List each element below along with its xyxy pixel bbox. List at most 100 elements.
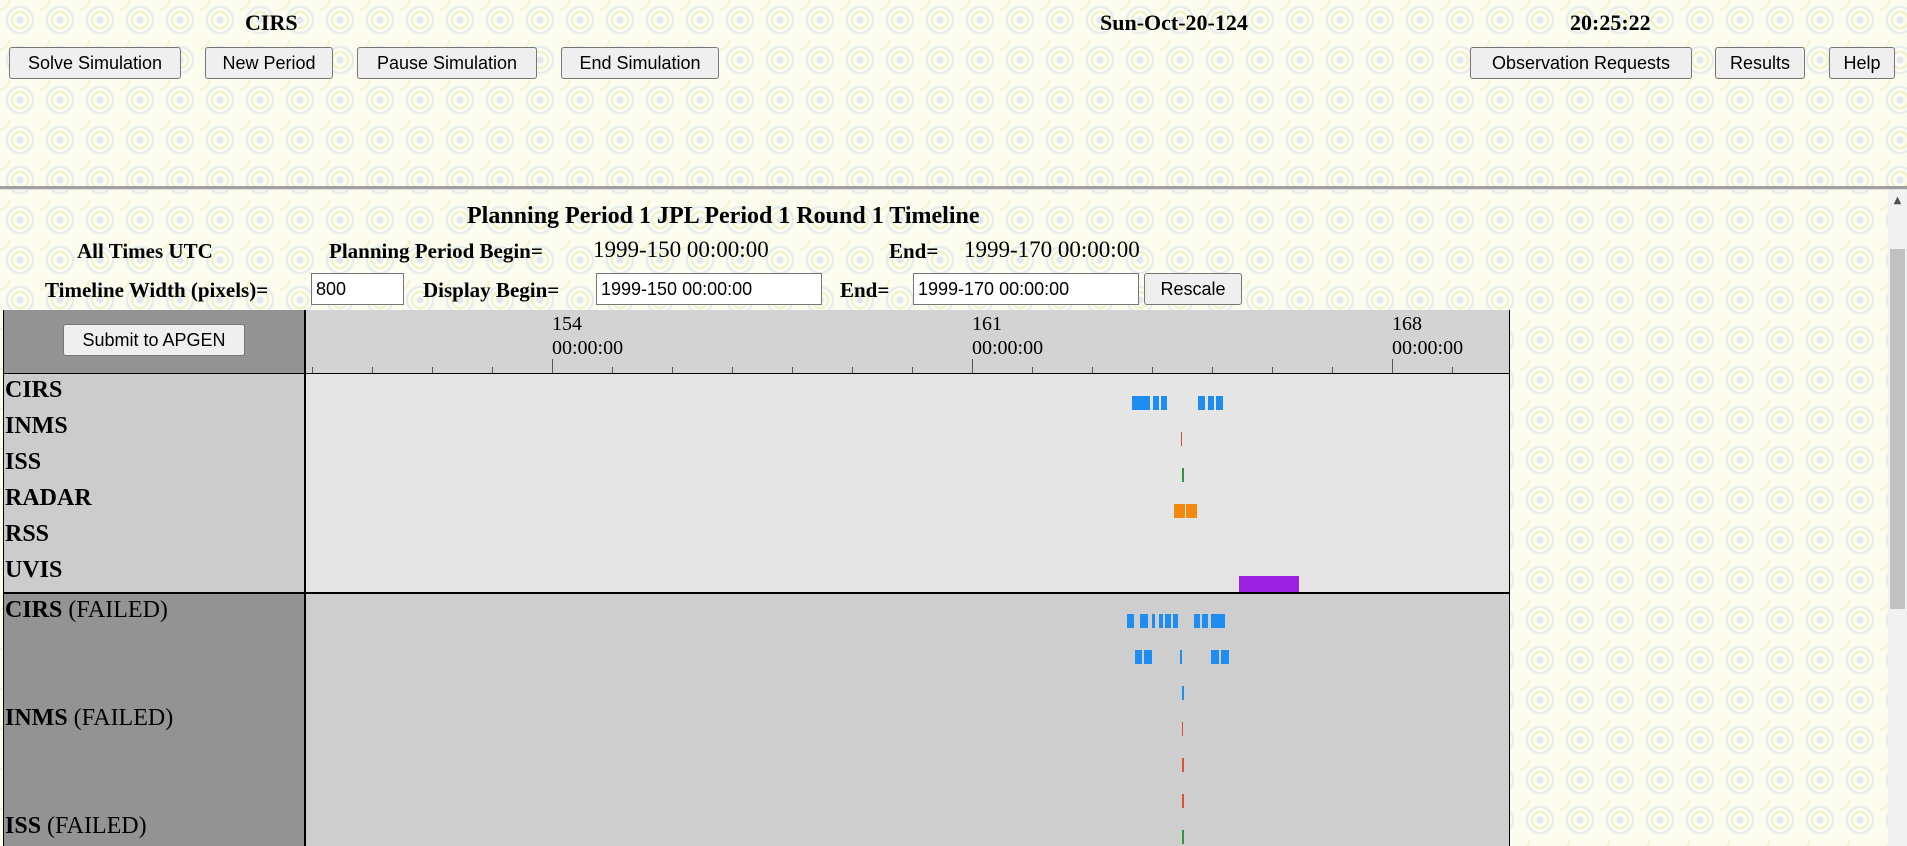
solve-simulation-button[interactable]: Solve Simulation <box>9 47 181 79</box>
cirs-failed-bar[interactable] <box>1202 614 1208 628</box>
axis-minor-tick <box>1092 367 1093 373</box>
timeline-title: Planning Period 1 JPL Period 1 Round 1 T… <box>467 203 980 229</box>
timeline-axis: 154 00:00:00 161 00:00:00 168 00:00:00 <box>306 310 1509 374</box>
axis-tick-day: 168 <box>1392 313 1422 335</box>
scheduled-labels: CIRS INMS ISS RADAR RSS UVIS <box>4 374 306 592</box>
cirs-activity-bar[interactable] <box>1198 396 1205 410</box>
display-begin-input[interactable] <box>596 273 822 305</box>
failed-labels: CIRS (FAILED) INMS (FAILED) ISS (FAILED) <box>4 594 306 846</box>
axis-minor-tick <box>1272 367 1273 373</box>
cirs-activity-bar[interactable] <box>1153 396 1159 410</box>
display-end-input[interactable] <box>913 273 1139 305</box>
timeline-width-input[interactable] <box>311 273 404 305</box>
axis-minor-tick <box>492 367 493 373</box>
cirs-activity-bar[interactable] <box>1208 396 1214 410</box>
row-label-inms: INMS <box>5 413 68 439</box>
cirs-failed-bar[interactable] <box>1152 614 1155 628</box>
radar-activity-bar[interactable] <box>1174 504 1185 518</box>
cirs-failed-bar[interactable] <box>1127 614 1134 628</box>
rescale-button[interactable]: Rescale <box>1144 273 1242 305</box>
results-button[interactable]: Results <box>1715 47 1805 79</box>
simulation-date: Sun-Oct-20-124 <box>1100 10 1248 35</box>
cirs-failed-bar[interactable] <box>1173 614 1178 628</box>
end-simulation-button[interactable]: End Simulation <box>561 47 719 79</box>
axis-major-tick <box>972 359 973 373</box>
inms-activity-bar[interactable] <box>1181 432 1182 446</box>
inms-failed-bar[interactable] <box>1182 794 1184 808</box>
inms-failed-bar[interactable] <box>1182 758 1184 772</box>
axis-minor-tick <box>792 367 793 373</box>
row-label-uvis: UVIS <box>5 557 63 583</box>
axis-minor-tick <box>672 367 673 373</box>
axis-minor-tick <box>432 367 433 373</box>
axis-minor-tick <box>912 367 913 373</box>
row-label-rss: RSS <box>5 521 50 547</box>
axis-minor-tick <box>612 367 613 373</box>
failed-plot <box>306 594 1509 846</box>
cirs-activity-bar[interactable] <box>1161 396 1167 410</box>
observation-requests-button[interactable]: Observation Requests <box>1470 47 1692 79</box>
axis-tick-day: 154 <box>552 313 582 335</box>
help-button[interactable]: Help <box>1829 47 1895 79</box>
new-period-button[interactable]: New Period <box>205 47 333 79</box>
all-times-utc-label: All Times UTC <box>77 239 213 263</box>
iss-failed-bar[interactable] <box>1182 830 1184 844</box>
period-begin-label: Planning Period Begin= <box>329 239 543 263</box>
cirs-activity-bar[interactable] <box>1132 396 1150 410</box>
radar-activity-bar[interactable] <box>1186 504 1197 518</box>
cirs-failed-bar[interactable] <box>1159 614 1163 628</box>
row-label-iss-failed: ISS (FAILED) <box>5 813 147 839</box>
axis-minor-tick <box>1212 367 1213 373</box>
cirs-activity-bar[interactable] <box>1216 396 1223 410</box>
axis-minor-tick <box>1452 367 1453 373</box>
cirs-failed-bar[interactable] <box>1221 650 1229 664</box>
axis-tick-label: 154 00:00:00 <box>552 312 623 360</box>
axis-major-tick <box>552 359 553 373</box>
period-end-value: 1999-170 00:00:00 <box>964 237 1140 262</box>
axis-minor-tick <box>1152 367 1153 373</box>
timeline-grid: Submit to APGEN 154 00:00:00 161 00:00:0… <box>3 310 1510 846</box>
instrument-name: CIRS <box>245 10 298 35</box>
cirs-failed-bar[interactable] <box>1194 614 1200 628</box>
scheduled-plot <box>306 374 1509 592</box>
timeline-width-label: Timeline Width (pixels)= <box>45 278 269 302</box>
simulation-time: 20:25:22 <box>1570 10 1651 35</box>
cirs-failed-bar[interactable] <box>1144 650 1152 664</box>
axis-minor-tick <box>732 367 733 373</box>
axis-minor-tick <box>312 367 313 373</box>
cirs-failed-bar[interactable] <box>1165 614 1171 628</box>
axis-tick-time: 00:00:00 <box>972 337 1044 359</box>
cirs-failed-bar[interactable] <box>1135 650 1142 664</box>
display-begin-label: Display Begin= <box>423 278 560 302</box>
row-label-cirs: CIRS <box>5 377 63 403</box>
iss-activity-bar[interactable] <box>1182 468 1184 482</box>
scroll-thumb[interactable] <box>1890 249 1905 609</box>
axis-tick-time: 00:00:00 <box>1392 337 1464 359</box>
frame-divider[interactable] <box>0 186 1907 190</box>
axis-minor-tick <box>1032 367 1033 373</box>
row-label-iss: ISS <box>5 449 42 475</box>
cirs-failed-bar[interactable] <box>1182 686 1184 700</box>
display-end-label: End= <box>840 278 890 302</box>
cirs-failed-bar[interactable] <box>1140 614 1148 628</box>
axis-tick-label: 168 00:00:00 <box>1392 312 1463 360</box>
row-label-inms-failed: INMS (FAILED) <box>5 705 174 731</box>
row-label-cirs-failed: CIRS (FAILED) <box>5 597 168 623</box>
row-label-radar: RADAR <box>5 485 92 511</box>
inms-failed-bar[interactable] <box>1182 722 1183 736</box>
scroll-up-arrow-icon[interactable]: ▲ <box>1888 191 1907 209</box>
cirs-failed-bar[interactable] <box>1211 614 1225 628</box>
cirs-failed-bar[interactable] <box>1180 650 1182 664</box>
timeline-corner: Submit to APGEN <box>4 310 306 374</box>
submit-to-apgen-button[interactable]: Submit to APGEN <box>63 324 245 356</box>
vertical-scrollbar[interactable]: ▲ <box>1888 191 1907 846</box>
axis-minor-tick <box>852 367 853 373</box>
axis-minor-tick <box>372 367 373 373</box>
cirs-failed-bar[interactable] <box>1211 650 1219 664</box>
uvis-activity-bar[interactable] <box>1239 576 1299 592</box>
axis-minor-tick <box>1332 367 1333 373</box>
pause-simulation-button[interactable]: Pause Simulation <box>357 47 537 79</box>
period-end-label: End= <box>889 239 939 263</box>
axis-tick-time: 00:00:00 <box>552 337 624 359</box>
axis-major-tick <box>1392 359 1393 373</box>
